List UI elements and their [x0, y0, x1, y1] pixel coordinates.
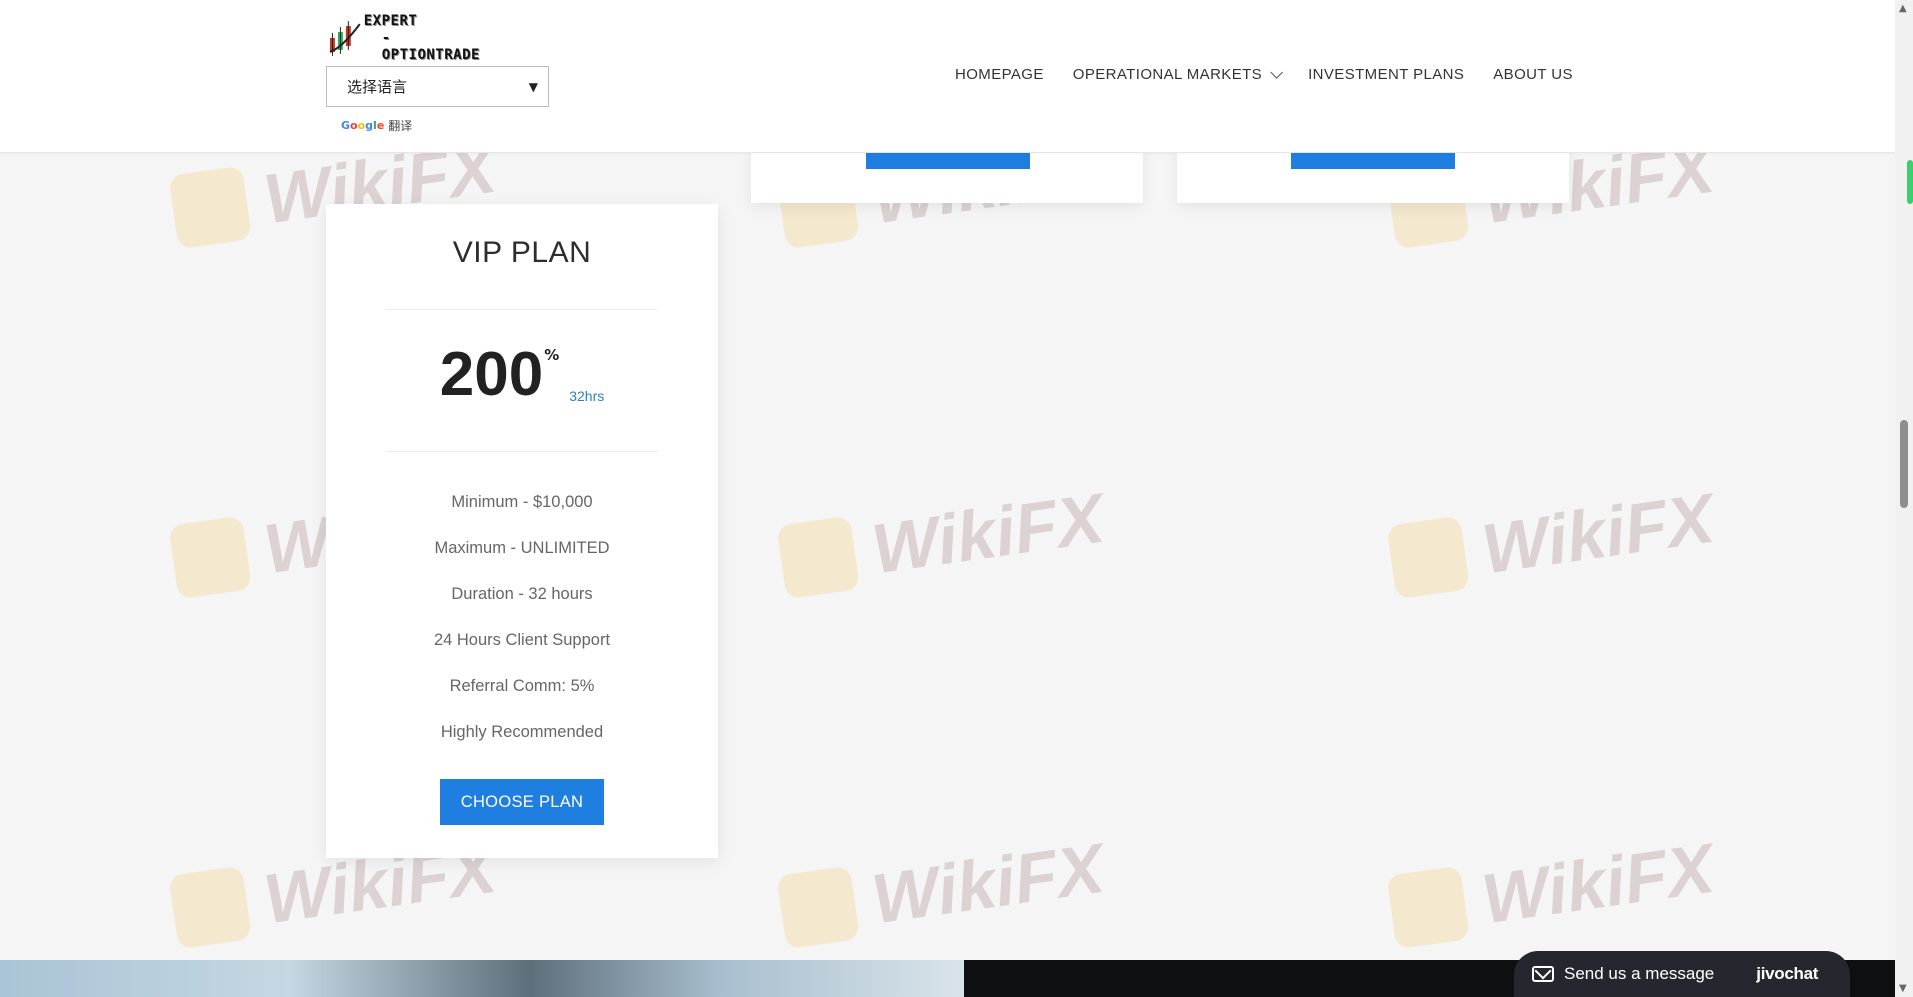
- watermark: WikiFX: [776, 828, 1109, 952]
- nav-homepage[interactable]: HOMEPAGE: [955, 66, 1044, 83]
- watermark: WikiFX: [1386, 478, 1719, 602]
- scroll-marker: [1907, 160, 1913, 204]
- rate-unit: %: [544, 346, 560, 364]
- chevron-down-icon: ▼: [528, 79, 538, 94]
- plan-features: Minimum - $10,000 Maximum - UNLIMITED Du…: [326, 492, 718, 768]
- language-select[interactable]: 选择语言 ▼: [326, 66, 549, 107]
- list-item: 24 Hours Client Support: [433, 631, 611, 649]
- list-item: Referral Comm: 5%: [449, 677, 595, 695]
- site-logo[interactable]: EXPERT -OPTIONTRADE: [328, 13, 488, 63]
- chat-label: Send us a message: [1564, 964, 1715, 983]
- candlestick-logo-icon: [329, 21, 361, 56]
- list-item: Maximum - UNLIMITED: [434, 539, 610, 557]
- watermark-logo-icon: [168, 165, 253, 250]
- watermark: WikiFX: [1386, 828, 1719, 952]
- list-item: Minimum - $10,000: [451, 493, 593, 511]
- scroll-down-icon[interactable]: ▼: [1899, 983, 1907, 994]
- vip-plan-card: VIP PLAN 200 % 32hrs Minimum - $10,000 M…: [326, 204, 718, 858]
- choose-plan-button[interactable]: CHOOSE PLAN: [440, 779, 604, 825]
- watermark: WikiFX: [776, 478, 1109, 602]
- rate-value: 200: [439, 340, 544, 409]
- watermark-logo-icon: [1386, 515, 1471, 600]
- scroll-up-icon[interactable]: ▲: [1899, 3, 1907, 14]
- nav-investment-plans[interactable]: INVESTMENT PLANS: [1308, 66, 1464, 83]
- choose-plan-button-partial[interactable]: [1291, 153, 1455, 169]
- rate-duration: 32hrs: [569, 388, 605, 404]
- footer-image: [0, 960, 964, 997]
- google-logo-icon: Google: [341, 119, 385, 132]
- divider: [386, 309, 658, 310]
- chevron-down-icon: [1270, 66, 1284, 79]
- envelope-icon: [1532, 966, 1554, 982]
- watermark-logo-icon: [168, 865, 253, 950]
- plan-title: VIP PLAN: [452, 236, 592, 269]
- watermark-logo-icon: [1386, 865, 1471, 950]
- google-translate-credit[interactable]: Google 翻译: [341, 117, 412, 134]
- nav-operational-markets[interactable]: OPERATIONAL MARKETS: [1073, 66, 1284, 83]
- main-nav: HOMEPAGE OPERATIONAL MARKETS INVESTMENT …: [955, 66, 1602, 83]
- watermark-logo-icon: [776, 865, 861, 950]
- watermark-logo-icon: [776, 515, 861, 600]
- watermark-logo-icon: [168, 515, 253, 600]
- scrollbar-thumb[interactable]: [1900, 420, 1908, 508]
- choose-plan-button-partial[interactable]: [866, 153, 1030, 169]
- nav-about-us[interactable]: ABOUT US: [1493, 66, 1573, 83]
- page-scrollbar[interactable]: ▲ ▼: [1895, 0, 1913, 997]
- list-item: Duration - 32 hours: [451, 585, 593, 603]
- site-header: EXPERT -OPTIONTRADE 选择语言 ▼ Google 翻译 HOM…: [0, 0, 1895, 153]
- divider: [386, 451, 658, 452]
- chat-widget[interactable]: Send us a message jivochat: [1514, 951, 1850, 997]
- list-item: Highly Recommended: [440, 723, 604, 741]
- plan-rate: 200 % 32hrs: [326, 344, 718, 406]
- chat-brand: jivochat: [1756, 964, 1819, 983]
- logo-text: EXPERT -OPTIONTRADE: [363, 12, 480, 63]
